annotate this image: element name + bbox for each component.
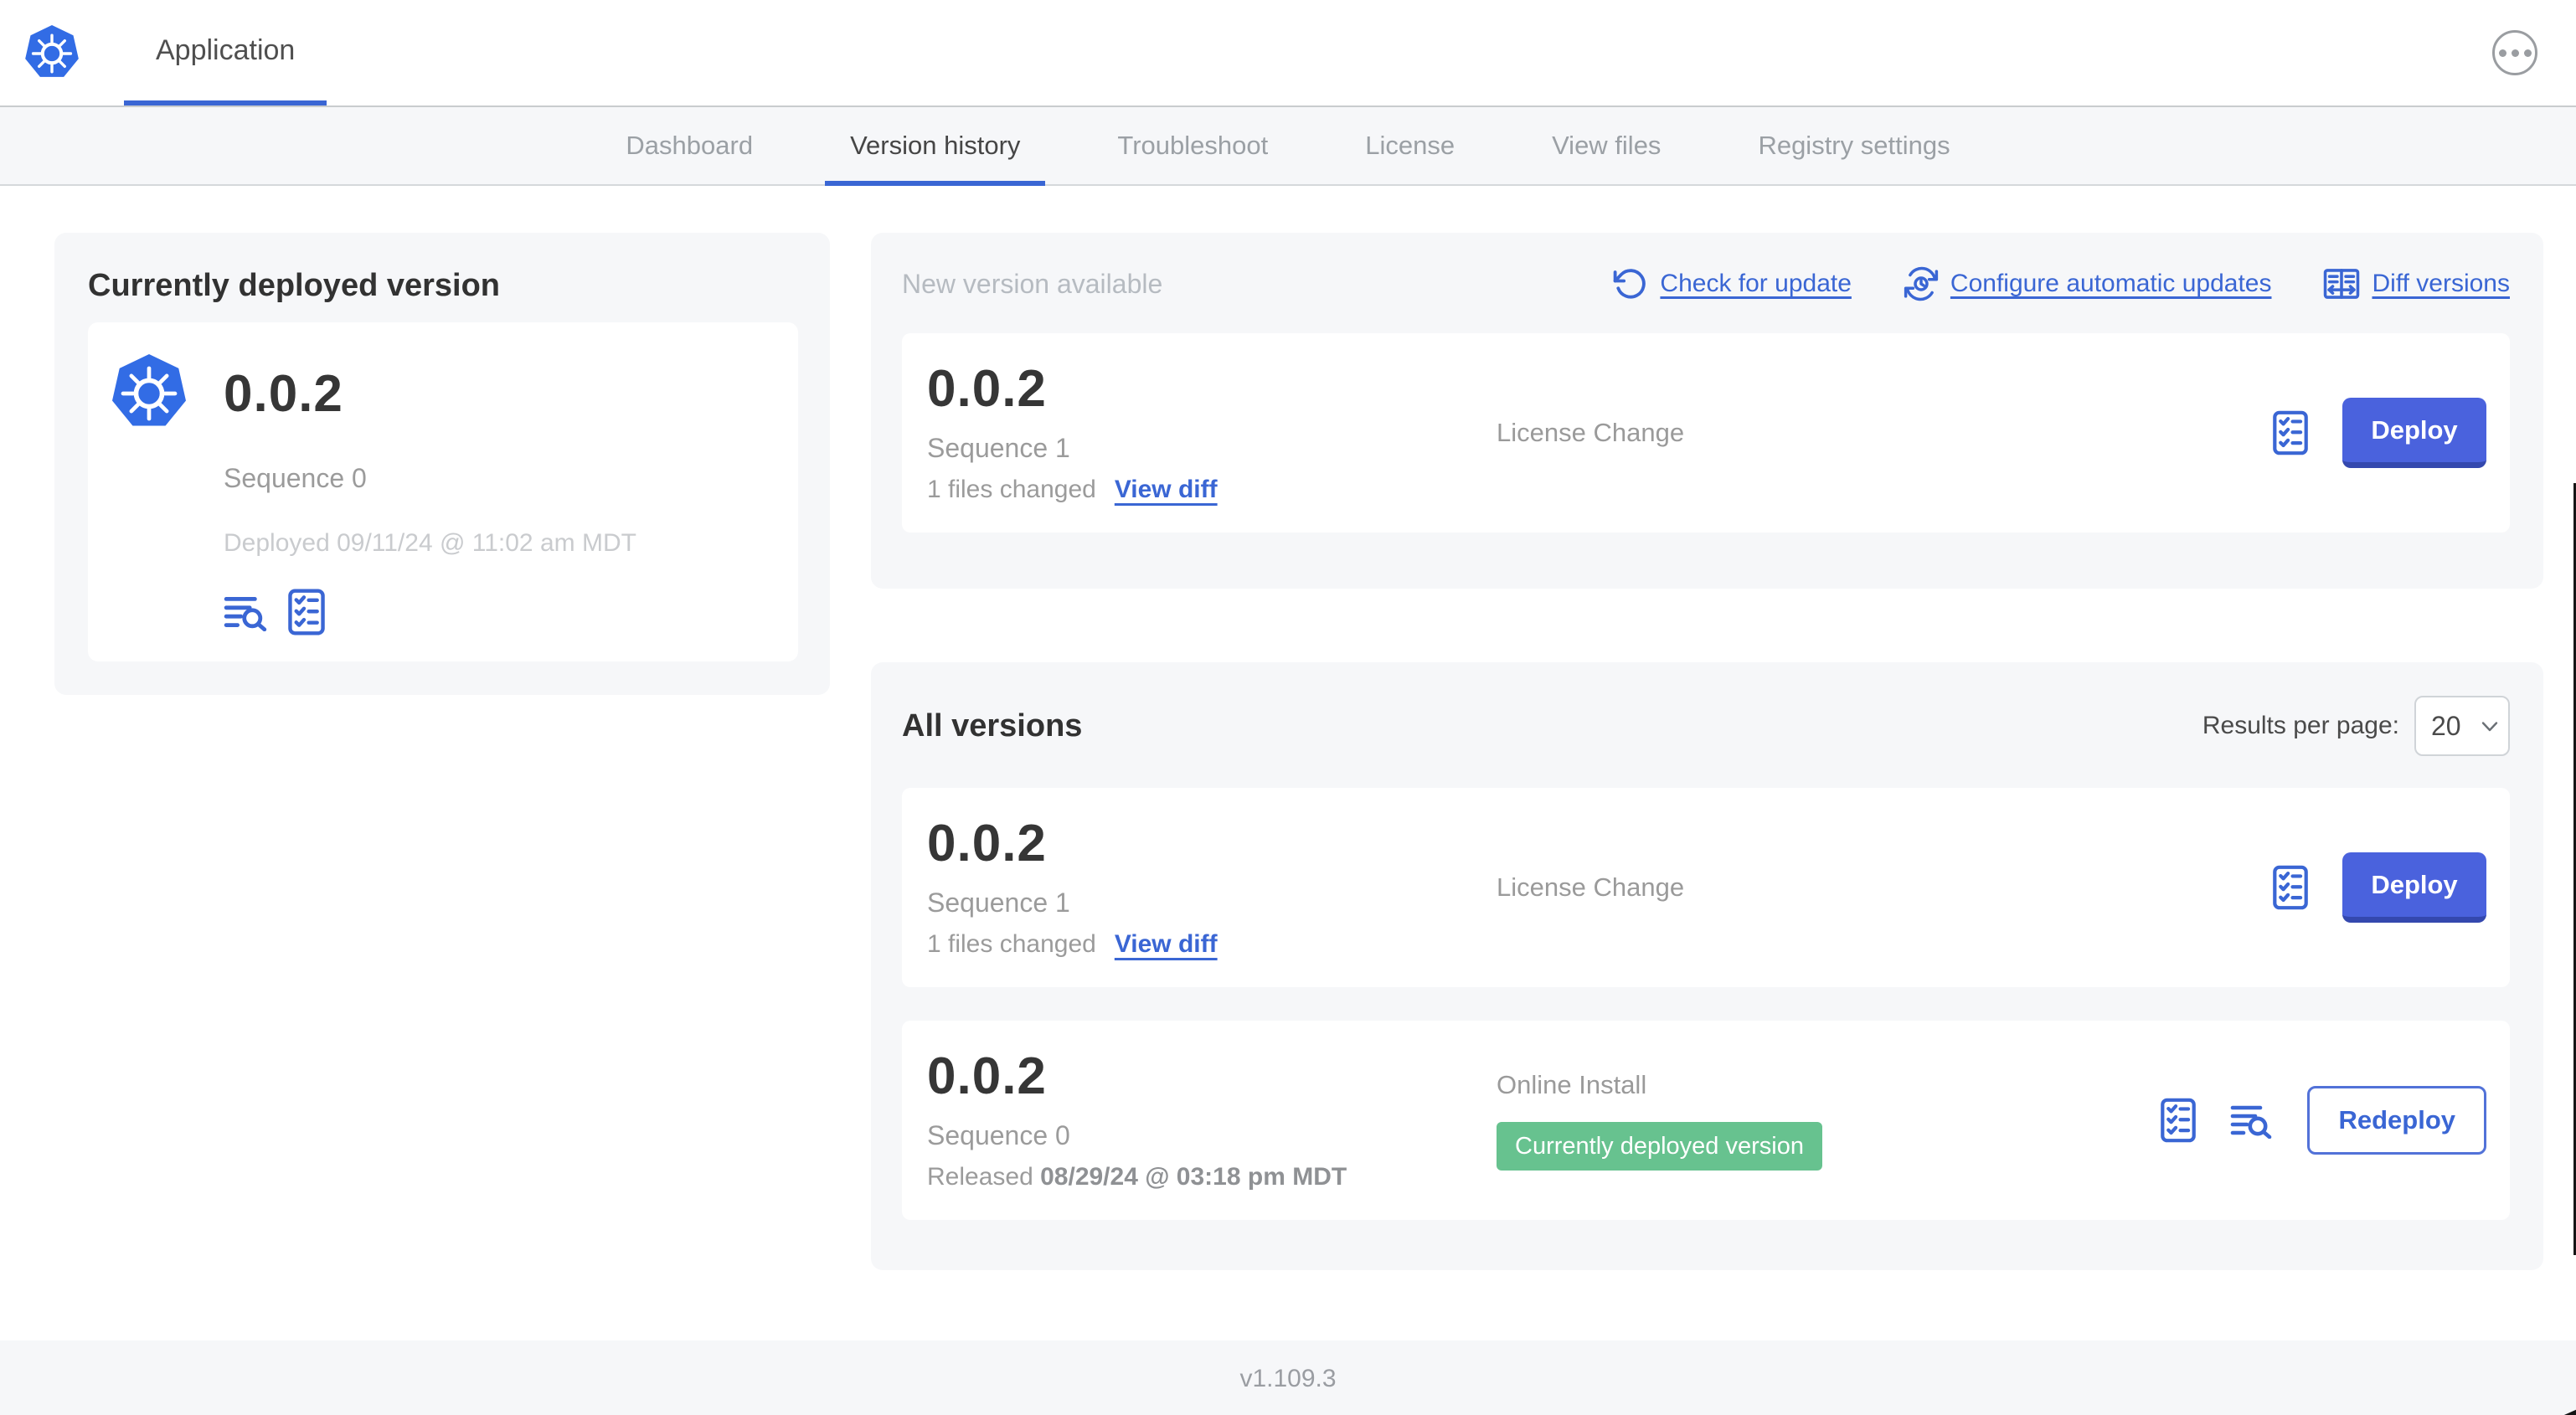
files-changed-label: 1 files changed xyxy=(927,930,1096,959)
deployed-timestamp: Deployed 09/11/24 @ 11:02 am MDT xyxy=(224,529,636,557)
tab-license[interactable]: License xyxy=(1316,107,1503,184)
version-change-type: License Change xyxy=(1497,418,1685,447)
admin-console-page: Application Dashboard Version history Tr… xyxy=(0,0,2576,1415)
check-for-update-link[interactable]: Check for update xyxy=(1613,266,1852,301)
view-diff-link[interactable]: View diff xyxy=(1115,476,1218,504)
tab-registry-settings[interactable]: Registry settings xyxy=(1709,107,1998,184)
preflight-checks-icon[interactable] xyxy=(2272,409,2309,456)
right-column: New version available Check for update C… xyxy=(871,233,2543,1270)
new-version-card: 0.0.2 Sequence 1 1 files changed View di… xyxy=(902,333,2510,533)
currently-deployed-title: Currently deployed version xyxy=(88,268,501,303)
install-type-label: Online Install xyxy=(1497,1070,1647,1099)
ellipsis-icon xyxy=(2498,49,2506,57)
footer: v1.109.3 xyxy=(0,1340,2576,1415)
all-versions-title: All versions xyxy=(902,708,1083,744)
version-sequence: Sequence 1 xyxy=(927,888,1070,918)
currently-deployed-panel: Currently deployed version 0.0.2 Sequenc… xyxy=(54,233,830,695)
redeploy-button[interactable]: Redeploy xyxy=(2307,1086,2486,1155)
all-versions-panel: All versions Results per page: 20 0.0.2 … xyxy=(871,662,2543,1270)
kubernetes-version-icon xyxy=(110,352,188,435)
preflight-checks-icon[interactable] xyxy=(287,588,326,636)
version-number: 0.0.2 xyxy=(927,359,1047,418)
view-logs-icon[interactable] xyxy=(224,593,269,631)
results-per-page-select[interactable]: 20 xyxy=(2414,696,2510,756)
results-per-page-label: Results per page: xyxy=(2202,712,2399,739)
view-logs-icon[interactable] xyxy=(2230,1102,2274,1139)
top-bar: Application xyxy=(0,0,2576,107)
tab-view-files[interactable]: View files xyxy=(1503,107,1709,184)
deployed-version-number: 0.0.2 xyxy=(224,364,343,423)
tab-version-history[interactable]: Version history xyxy=(801,107,1069,186)
preflight-checks-icon[interactable] xyxy=(2272,864,2309,911)
tab-dashboard[interactable]: Dashboard xyxy=(577,107,801,184)
console-version-label: v1.109.3 xyxy=(1239,1365,1337,1392)
tab-troubleshoot[interactable]: Troubleshoot xyxy=(1069,107,1316,184)
app-tab-label: Application xyxy=(156,33,296,66)
diff-icon xyxy=(2323,267,2360,301)
preflight-checks-icon[interactable] xyxy=(2160,1097,2197,1144)
version-number: 0.0.2 xyxy=(927,814,1047,872)
released-timestamp: Released 08/29/24 @ 03:18 pm MDT xyxy=(927,1163,1347,1191)
version-number: 0.0.2 xyxy=(927,1047,1047,1105)
version-row: 0.0.2 Sequence 0 Released 08/29/24 @ 03:… xyxy=(902,1021,2510,1220)
main-content: Currently deployed version 0.0.2 Sequenc… xyxy=(0,186,2576,1340)
currently-deployed-badge: Currently deployed version xyxy=(1497,1122,1822,1171)
version-change-type: Online Install Currently deployed versio… xyxy=(1497,1070,2160,1171)
version-sequence: Sequence 0 xyxy=(927,1120,1070,1151)
deployed-sequence: Sequence 0 xyxy=(224,463,367,493)
diff-versions-link[interactable]: Diff versions xyxy=(2323,267,2510,301)
refresh-icon xyxy=(1613,266,1648,301)
version-change-type: License Change xyxy=(1497,872,1685,902)
version-row: 0.0.2 Sequence 1 1 files changed View di… xyxy=(902,788,2510,987)
version-sequence: Sequence 1 xyxy=(927,433,1070,464)
app-tab-application[interactable]: Application xyxy=(124,0,327,105)
deploy-button[interactable]: Deploy xyxy=(2342,398,2486,468)
deployed-version-card: 0.0.2 Sequence 0 Deployed 09/11/24 @ 11:… xyxy=(88,322,798,661)
configure-automatic-updates-link[interactable]: Configure automatic updates xyxy=(1904,266,2271,301)
overflow-menu-button[interactable] xyxy=(2492,30,2537,75)
kubernetes-app-icon xyxy=(23,23,80,84)
files-changed-label: 1 files changed xyxy=(927,476,1096,504)
new-version-title: New version available xyxy=(902,268,1163,299)
section-nav: Dashboard Version history Troubleshoot L… xyxy=(0,107,2576,186)
new-version-panel: New version available Check for update C… xyxy=(871,233,2543,589)
deploy-button[interactable]: Deploy xyxy=(2342,852,2486,923)
view-diff-link[interactable]: View diff xyxy=(1115,930,1218,959)
auto-update-clock-icon xyxy=(1904,266,1939,301)
